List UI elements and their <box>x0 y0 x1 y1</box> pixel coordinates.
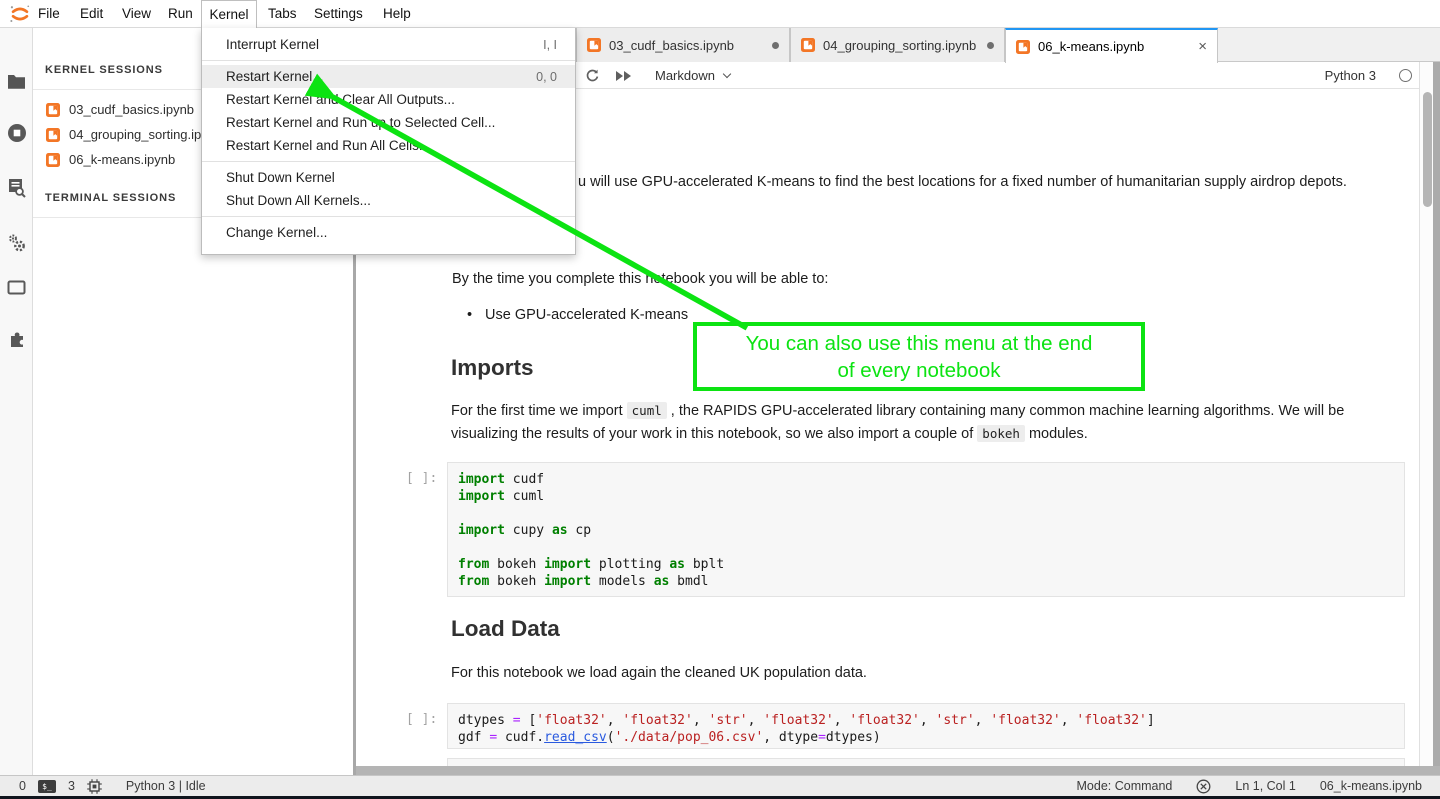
menu-view[interactable]: View <box>116 0 157 28</box>
load-data-paragraph: For this notebook we load again the clea… <box>451 665 867 681</box>
menu-item-restart-kernel[interactable]: Restart Kernel... 0, 0 <box>202 65 575 88</box>
vertical-scrollbar-track[interactable] <box>1419 62 1433 766</box>
jupyter-logo-icon <box>9 3 31 30</box>
tab-06-k-means[interactable]: 06_k-means.ipynb × <box>1005 28 1218 63</box>
kernel-name-label[interactable]: Python 3 <box>1325 62 1376 89</box>
sidebar-icon-strip <box>0 28 33 775</box>
imports-paragraph-line1: For the first time we import cuml , the … <box>451 403 1344 419</box>
menu-kernel[interactable]: Kernel <box>201 0 257 30</box>
imports-paragraph-line2: visualizing the results of your work in … <box>451 426 1088 442</box>
horizontal-scrollbar[interactable] <box>356 766 1440 775</box>
terminals-count[interactable]: 0 <box>19 779 26 793</box>
unsaved-changes-dot <box>772 42 779 49</box>
notebook-file-icon <box>1016 40 1030 54</box>
unsaved-changes-dot <box>987 42 994 49</box>
menu-file[interactable]: File <box>32 0 66 28</box>
load-data-heading: Load Data <box>451 616 560 642</box>
property-inspector-gears-icon[interactable] <box>0 226 33 260</box>
restart-kernel-icon[interactable] <box>584 62 600 89</box>
menu-settings[interactable]: Settings <box>308 0 369 28</box>
bullet-marker: • <box>467 307 481 323</box>
notebook-trust-icon[interactable] <box>1196 779 1211 794</box>
menu-item-restart-run-all[interactable]: Restart Kernel and Run All Cells... <box>202 134 575 157</box>
command-palette-icon[interactable] <box>0 171 33 205</box>
menu-item-shut-down-all-kernels[interactable]: Shut Down All Kernels... <box>202 189 575 212</box>
menubar: File Edit View Run Kernel Tabs Settings … <box>0 0 1440 28</box>
kernel-status-text[interactable]: Python 3 | Idle <box>126 779 206 793</box>
objective-bullet-item: • Use GPU-accelerated K-means <box>467 307 688 323</box>
vertical-scrollbar-thumb[interactable] <box>1423 92 1432 207</box>
cursor-position[interactable]: Ln 1, Col 1 <box>1235 779 1295 793</box>
notebook-file-icon <box>46 103 60 117</box>
status-bar-right: Mode: Command Ln 1, Col 1 06_k-means.ipy… <box>1077 779 1440 794</box>
status-bar-left: 0 $_ 3 Python 3 | Idle <box>0 779 206 794</box>
shortcut-restart: 0, 0 <box>536 70 557 84</box>
extensions-puzzle-icon[interactable] <box>0 321 33 355</box>
notebook-file-icon <box>801 38 815 52</box>
mode-indicator[interactable]: Mode: Command <box>1077 779 1173 793</box>
cell-prompt: [ ]: <box>406 712 437 727</box>
inline-code-cuml: cuml <box>627 402 667 419</box>
active-filename: 06_k-means.ipynb <box>1320 779 1422 793</box>
menu-separator <box>202 216 575 217</box>
menu-tabs[interactable]: Tabs <box>262 0 303 28</box>
menu-item-restart-run-up-to-cell[interactable]: Restart Kernel and Run up to Selected Ce… <box>202 111 575 134</box>
cell-type-dropdown[interactable]: Markdown <box>655 62 730 89</box>
kernel-menu-dropdown: Interrupt Kernel I, I Restart Kernel... … <box>201 28 576 255</box>
tab-03-cudf-basics[interactable]: 03_cudf_basics.ipynb <box>576 28 790 62</box>
notebook-file-icon <box>46 153 60 167</box>
menu-item-interrupt-kernel[interactable]: Interrupt Kernel I, I <box>202 33 575 56</box>
chevron-down-icon <box>723 70 731 78</box>
kernel-cpu-icon[interactable] <box>87 779 102 794</box>
menu-separator <box>202 60 575 61</box>
menu-separator <box>202 161 575 162</box>
terminal-icon[interactable]: $_ <box>38 780 56 793</box>
right-gutter <box>1433 62 1440 766</box>
menu-run[interactable]: Run <box>162 0 199 28</box>
status-bar: 0 $_ 3 Python 3 | Idle Mode: Command Ln … <box>0 775 1440 796</box>
menu-item-shut-down-kernel[interactable]: Shut Down Kernel <box>202 166 575 189</box>
imports-heading: Imports <box>451 355 534 381</box>
inline-code-bokeh: bokeh <box>977 425 1025 442</box>
cell-prompt: [ ]: <box>406 471 437 486</box>
close-tab-icon[interactable]: × <box>1198 39 1207 54</box>
menu-item-restart-clear-outputs[interactable]: Restart Kernel and Clear All Outputs... <box>202 88 575 111</box>
menu-item-change-kernel[interactable]: Change Kernel... <box>202 221 575 244</box>
objectives-intro: By the time you complete this notebook y… <box>452 271 828 287</box>
notebook-file-icon <box>46 128 60 142</box>
shortcut-interrupt: I, I <box>543 38 557 52</box>
intro-paragraph-fragment: u will use GPU-accelerated K-means to fi… <box>578 174 1347 190</box>
files-icon[interactable] <box>0 65 33 99</box>
menu-help[interactable]: Help <box>377 0 417 28</box>
tab-04-grouping-sorting[interactable]: 04_grouping_sorting.ipynb <box>790 28 1005 62</box>
running-sessions-icon[interactable] <box>0 116 33 150</box>
code-cell-partial[interactable]: gdf <box>447 758 1405 766</box>
restart-and-run-all-icon[interactable] <box>615 62 632 89</box>
notebook-file-icon <box>587 38 601 52</box>
kernel-status-idle-icon[interactable] <box>1399 69 1412 82</box>
code-cell-imports[interactable]: import cudfimport cuml import cupy as cp… <box>447 462 1405 597</box>
kernels-count[interactable]: 3 <box>68 779 75 793</box>
menu-edit[interactable]: Edit <box>74 0 109 28</box>
open-tabs-icon[interactable] <box>0 270 33 304</box>
code-cell-load-data[interactable]: dtypes = ['float32', 'float32', 'str', '… <box>447 703 1405 749</box>
